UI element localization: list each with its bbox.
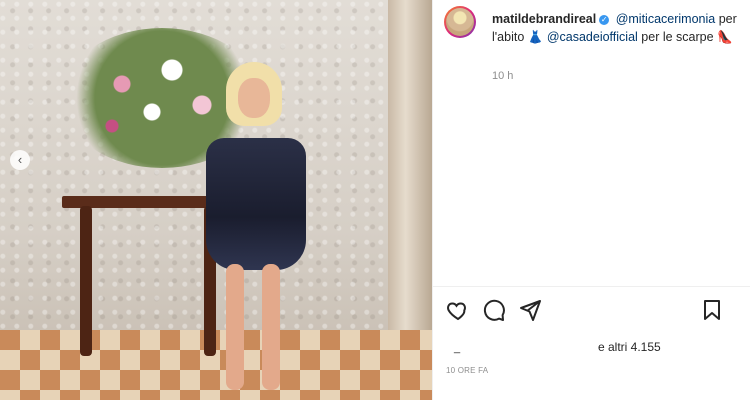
- stone-pillar: [388, 0, 432, 330]
- action-bar: [446, 298, 746, 324]
- comment-icon[interactable]: [482, 298, 506, 322]
- mention-link[interactable]: @miticacerimonia: [616, 12, 716, 26]
- verified-badge-icon: ✓: [599, 15, 610, 25]
- likes-count[interactable]: e altri 4.155: [598, 340, 661, 354]
- caption-text: per le scarpe: [641, 30, 714, 44]
- shoe-emoji: 👠: [717, 30, 733, 44]
- post-timestamp[interactable]: 10 ORE FA: [446, 366, 488, 375]
- avatar[interactable]: [444, 6, 476, 38]
- caption: matildebrandireal ✓ @miticacerimonia per …: [492, 10, 742, 46]
- avatar-photo: [446, 8, 474, 36]
- right-leg: [262, 264, 280, 390]
- woman-in-dress: [196, 62, 316, 400]
- relative-time[interactable]: 10 h: [492, 70, 513, 82]
- likes-prefix: _: [454, 342, 461, 354]
- table-leg-left: [80, 206, 92, 356]
- bookmark-icon[interactable]: [700, 298, 724, 322]
- send-icon[interactable]: [518, 298, 542, 322]
- heart-icon[interactable]: [446, 298, 470, 322]
- face: [238, 78, 270, 118]
- chevron-left-icon[interactable]: ‹: [10, 150, 30, 170]
- left-leg: [226, 264, 244, 390]
- instagram-post: ‹ matildebrandireal ✓ @miticacerimonia pe…: [0, 0, 750, 400]
- mention-link[interactable]: @casadeiofficial: [547, 30, 638, 44]
- dark-dress: [206, 138, 306, 270]
- divider: [432, 286, 750, 287]
- post-image[interactable]: ‹: [0, 0, 432, 400]
- post-sidebar: [432, 0, 750, 400]
- dress-emoji: 👗: [527, 30, 544, 44]
- username-link[interactable]: matildebrandireal: [492, 12, 596, 26]
